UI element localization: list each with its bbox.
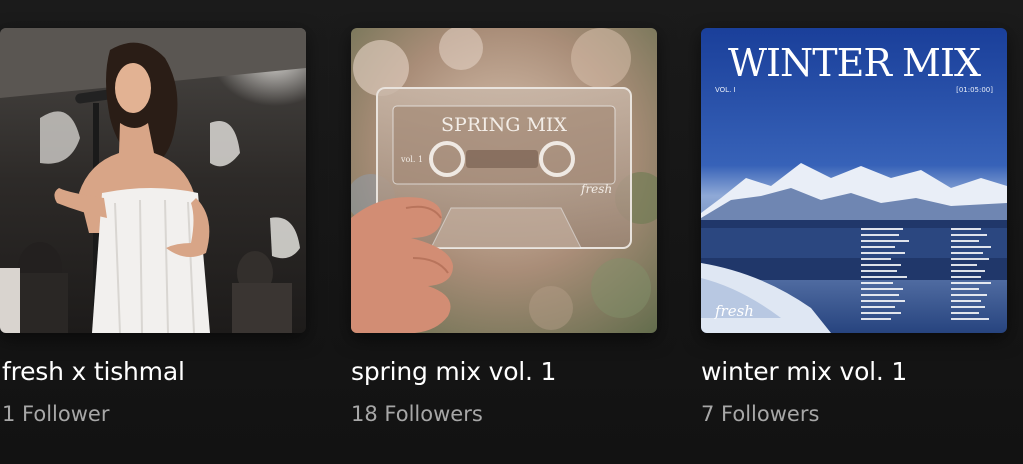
follower-count: 18 Followers	[351, 402, 483, 426]
playlist-card[interactable]: fresh x tishmal 1 Follower	[0, 28, 306, 429]
playlist-cover-image[interactable]	[0, 28, 306, 333]
playlist-card[interactable]: WINTER MIX VOL. I [01:05:00] fresh winte…	[701, 28, 1007, 429]
playlist-cover-image[interactable]: WINTER MIX VOL. I [01:05:00] fresh	[701, 28, 1007, 333]
cover-duration: [01:05:00]	[956, 86, 993, 94]
follower-count: 7 Followers	[701, 402, 820, 426]
cover-brand: fresh	[714, 302, 754, 320]
cover-heading: WINTER MIX	[728, 41, 981, 85]
playlist-title[interactable]: spring mix vol. 1	[351, 355, 657, 389]
cassette-side: vol. 1	[400, 155, 423, 164]
cassette-label: SPRING MIX	[441, 114, 567, 136]
follower-count: 1 Follower	[2, 402, 110, 426]
playlist-row: fresh x tishmal 1 Follower SPRING MIX vo…	[0, 0, 1023, 464]
playlist-title[interactable]: fresh x tishmal	[2, 355, 306, 389]
cover-volume: VOL. I	[715, 86, 736, 94]
playlist-cover-image[interactable]: SPRING MIX vol. 1 fresh	[351, 28, 657, 333]
playlist-title[interactable]: winter mix vol. 1	[701, 355, 1007, 389]
cassette-brand: fresh	[580, 182, 612, 196]
playlist-card[interactable]: SPRING MIX vol. 1 fresh spring mix vol. …	[351, 28, 657, 429]
